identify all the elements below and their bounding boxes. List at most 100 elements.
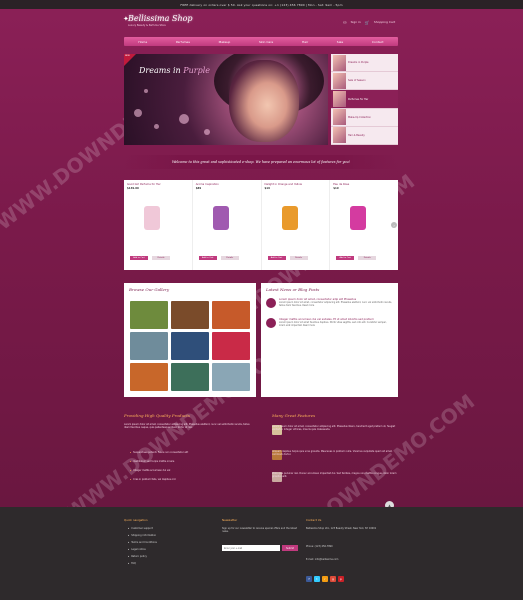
slide-title-accent: Purple	[183, 66, 211, 75]
cart-link[interactable]: Shopping Cart	[374, 20, 395, 24]
footer-link[interactable]: ▸ Return policy	[128, 555, 157, 558]
contact-email[interactable]: E-mail: info@bellissima.com	[306, 558, 338, 561]
post-excerpt: Lorem ipsum dolor sit amet, consectetur …	[279, 301, 392, 307]
gallery-tile[interactable]	[130, 332, 168, 360]
product-image[interactable]	[281, 206, 298, 230]
facebook-icon[interactable]: f	[306, 576, 312, 582]
bullet-icon: ▸	[130, 478, 132, 481]
product-image[interactable]	[212, 206, 229, 230]
gallery-tile[interactable]	[212, 301, 250, 329]
bullet-icon: ▸	[128, 555, 130, 558]
newsletter-email-input[interactable]	[222, 545, 280, 551]
feature-item: Proin quis pulvinar nisl. Donec accumsan…	[272, 472, 398, 482]
newsletter-text: Sign up for our newsletter to receive sp…	[222, 527, 297, 534]
product-image[interactable]	[350, 206, 367, 230]
feature-item: Lorem ipsum dolor sit amet, consectetur …	[272, 425, 398, 435]
add-to-cart-button[interactable]: Add to Cart	[267, 256, 286, 260]
cart-icon[interactable]: 🛒	[365, 20, 370, 25]
product-name[interactable]: Aroma Inspiration	[196, 183, 258, 186]
chevron-right-icon[interactable]: ›	[391, 222, 397, 228]
gallery-tile[interactable]	[171, 363, 209, 391]
details-button[interactable]: Details	[289, 256, 308, 260]
main-navigation: Home Perfumes Makeup Skin Care Hair Sale…	[124, 37, 398, 46]
product-card[interactable]: Aroma Inspiration $89 Add to Cart Detail…	[193, 180, 262, 270]
nav-item[interactable]: Makeup	[219, 40, 231, 44]
bokeh-light	[204, 129, 210, 135]
nav-item[interactable]: Contact	[372, 40, 384, 44]
gallery-tile[interactable]	[130, 301, 168, 329]
footer-link[interactable]: ▸ Customer support	[128, 527, 157, 530]
slider-thumb-active[interactable]: Perfumes for Her	[331, 90, 398, 109]
thumb-label: Hair & Beauty	[348, 133, 365, 137]
product-price: $19	[264, 187, 270, 190]
slide-title: Dreams in Purple	[139, 66, 211, 75]
contact-phone: Phone: (123) 456-7890	[306, 545, 333, 548]
bullet-icon: ▸	[128, 534, 130, 537]
gallery-tile[interactable]	[212, 332, 250, 360]
pinterest-icon[interactable]: p	[338, 576, 344, 582]
thumb-image	[333, 127, 346, 144]
rss-icon[interactable]: r	[322, 576, 328, 582]
gallery-tile[interactable]	[130, 363, 168, 391]
subscribe-button[interactable]: Submit	[282, 545, 298, 551]
add-to-cart-button[interactable]: Add to Cart	[198, 256, 217, 260]
slider-thumb[interactable]: Hair & Beauty	[331, 127, 398, 146]
post-icon	[266, 318, 276, 328]
signin-link[interactable]: Sign in	[351, 20, 361, 24]
hero-slider[interactable]: Dreams in Purple	[124, 54, 328, 145]
slider-thumb[interactable]: Make-Up Collection	[331, 109, 398, 127]
footer-link[interactable]: ▸ Terms and Conditions	[128, 541, 157, 544]
footer-link[interactable]: ▸ Legal notice	[128, 548, 157, 551]
nav-item[interactable]: Home	[138, 40, 147, 44]
bullet-icon: ▸	[128, 527, 130, 530]
gallery-tile[interactable]	[171, 332, 209, 360]
product-card[interactable]: Good Girl Perfume for Her $149.00 Add to…	[124, 180, 193, 270]
nav-item[interactable]: Perfumes	[176, 40, 190, 44]
product-name[interactable]: Eau de Rose	[333, 183, 395, 186]
footer-link[interactable]: ▸ FAQ	[128, 562, 157, 565]
footer-link[interactable]: ▸ Shipping information	[128, 534, 157, 537]
product-image[interactable]	[144, 206, 160, 230]
new-badge: NEW	[125, 55, 130, 57]
gallery-grid	[130, 301, 250, 391]
news-title: Latest News or Blog Posts	[266, 287, 320, 292]
quality-bullet: ▸ Suspendisse potenti. Fusce non consecte…	[130, 451, 189, 454]
product-name[interactable]: Good Girl Perfume for Her	[127, 183, 189, 186]
footer	[0, 507, 523, 600]
slider-thumb[interactable]: Dreams in Purple	[331, 54, 398, 73]
news-post: Integer mattis accumsan dui vel sodales.…	[261, 316, 398, 330]
thumb-image	[333, 72, 346, 89]
bullet-icon: ▸	[130, 469, 132, 472]
nav-item[interactable]: Sale	[337, 40, 343, 44]
top-info-text: FREE delivery on orders over $ 50. Ask y…	[180, 2, 343, 7]
details-button[interactable]: Details	[358, 256, 377, 260]
product-name[interactable]: Delight in Orange and Yellow	[265, 183, 327, 186]
nav-item[interactable]: Hair	[302, 40, 308, 44]
post-excerpt: Lorem ipsum dolor sit amet faucibus dapi…	[279, 321, 387, 327]
feature-item: Aliquam dapibus turpis quis urna gravida…	[272, 450, 398, 460]
logo[interactable]: ✦ Bellissima Shop Luxury Beauty & Perfum…	[123, 14, 208, 36]
product-card[interactable]: Delight in Orange and Yellow $19 Add to …	[262, 180, 331, 270]
footer-nav-title: Quick navigation	[124, 518, 148, 522]
product-price: $149.00	[127, 187, 139, 190]
gallery-tile[interactable]	[171, 301, 209, 329]
details-button[interactable]: Details	[220, 256, 239, 260]
gallery-title: Browse Our Gallery	[129, 287, 170, 292]
details-button[interactable]: Details	[152, 256, 170, 260]
google-icon[interactable]: g	[330, 576, 336, 582]
slider-thumb[interactable]: Sale of Season	[331, 72, 398, 91]
account-links: ⚇ Sign in 🛒 Shopping Cart	[343, 18, 398, 26]
contact-address: Bellissima Shop Ltd., 123 Beauty Street,…	[306, 527, 377, 530]
add-to-cart-button[interactable]: Add to Cart	[336, 256, 355, 260]
contact-title: Contact Us	[306, 518, 322, 522]
bokeh-light	[134, 109, 142, 117]
product-card[interactable]: Eau de Rose $19 Add to Cart Details	[330, 180, 398, 270]
product-price: $89	[195, 187, 202, 190]
gallery-tile[interactable]	[212, 363, 250, 391]
nav-item[interactable]: Skin Care	[259, 40, 273, 44]
footer-links: ▸ Customer support ▸ Shipping information …	[128, 527, 157, 569]
twitter-icon[interactable]: t	[314, 576, 320, 582]
add-to-cart-button[interactable]: Add to Cart	[130, 256, 148, 260]
top-info-bar: FREE delivery on orders over $ 50. Ask y…	[0, 0, 523, 9]
quality-bullet: ▸ Integer mattis accumsan dui vel	[130, 469, 171, 472]
